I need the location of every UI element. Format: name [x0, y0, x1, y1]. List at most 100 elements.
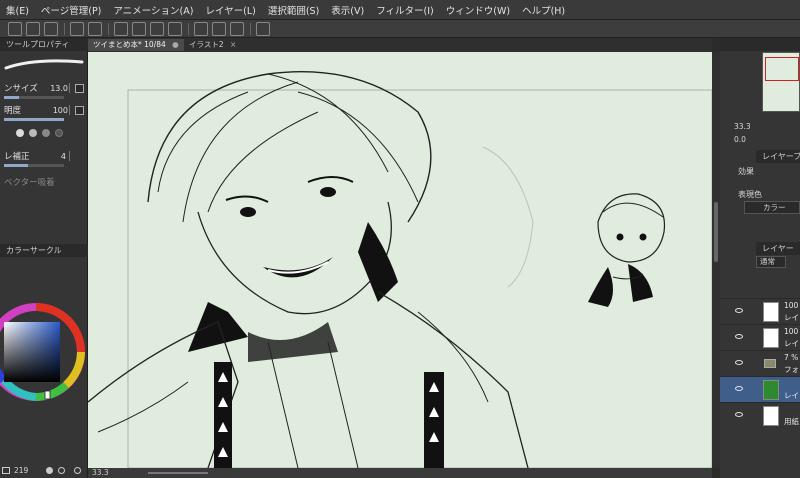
menu-filter[interactable]: フィルター(I) [370, 3, 440, 17]
screen-color-icon[interactable] [2, 467, 10, 474]
transparent-color-icon[interactable] [74, 467, 81, 474]
layer-property-tab[interactable]: レイヤープロパティ [756, 150, 800, 163]
clear-icon[interactable] [132, 22, 146, 36]
stabilization-spinner[interactable] [69, 151, 74, 161]
layer-row[interactable]: 100 レイ [720, 324, 800, 350]
scrollbar-thumb[interactable] [714, 202, 718, 262]
brush-tip-selector[interactable] [4, 126, 84, 140]
layer-folder-row[interactable]: 7 % フォ [720, 350, 800, 376]
layer-tab-label: レイヤー [762, 244, 794, 253]
close-tab-icon-2[interactable]: × [230, 40, 236, 49]
ruler-snap-icon[interactable] [194, 22, 208, 36]
document-tab-inactive[interactable]: イラスト2 × [184, 39, 241, 51]
transform-icon[interactable] [114, 22, 128, 36]
undo-icon[interactable] [70, 22, 84, 36]
visibility-eye-icon[interactable] [735, 412, 743, 417]
layer-name: フォ [784, 365, 799, 374]
color-circle-footer: 219 [2, 466, 88, 476]
navigator-zoom[interactable]: 33.3 [734, 122, 751, 131]
color-circle-wheel[interactable] [0, 300, 88, 408]
menu-window[interactable]: ウィンドウ(W) [440, 3, 516, 17]
visibility-eye-icon[interactable] [735, 308, 743, 313]
snap-icon[interactable] [168, 22, 182, 36]
stabilization-slider[interactable] [4, 164, 64, 167]
brush-size-spinner[interactable] [69, 83, 74, 93]
sub-color-icon[interactable] [58, 467, 65, 474]
open-file-icon[interactable] [26, 22, 40, 36]
grid-snap-icon[interactable] [230, 22, 244, 36]
effect-label: 効果 [738, 167, 754, 176]
help-icon[interactable] [256, 22, 270, 36]
opacity-slider[interactable] [4, 118, 64, 121]
canvas-status-bar: 33.3 [88, 468, 712, 478]
vector-snap-row[interactable]: ベクター吸着 [0, 174, 86, 190]
layer-row[interactable]: 100 レイ [720, 298, 800, 324]
blend-mode-dropdown[interactable]: 通常 [756, 256, 786, 268]
visibility-eye-icon[interactable] [735, 386, 743, 391]
layer-name: レイ [784, 339, 799, 348]
right-panel: 33.3 0.0 レイヤープロパティ 効果 表現色 カラー レイヤー 通常 10… [720, 38, 800, 478]
menu-edit[interactable]: 集(E) [0, 3, 35, 17]
stabilization-label: レ補正 [4, 152, 30, 162]
layer-opacity: 100 [784, 301, 799, 310]
layer-property-tab-label: レイヤープロパティ [762, 152, 800, 161]
opacity-value[interactable]: 100 [53, 106, 68, 115]
layer-opacity: 100 [784, 327, 799, 336]
stabilization-value[interactable]: 4 [61, 152, 66, 161]
visibility-eye-icon[interactable] [735, 334, 743, 339]
opacity-spinner[interactable] [69, 105, 74, 115]
layer-name: レイ [784, 391, 799, 400]
redo-icon[interactable] [88, 22, 102, 36]
brush-size-row[interactable]: ンサイズ 13.0 [0, 80, 86, 96]
color-circle-tab[interactable]: カラーサークル [0, 244, 88, 257]
brush-tip-airbrush-icon[interactable] [55, 129, 63, 137]
opacity-label: 明度 [4, 106, 22, 116]
navigator-preview[interactable] [762, 52, 800, 112]
navigator-angle[interactable]: 0.0 [734, 135, 746, 144]
menu-bar: 集(E) ページ管理(P) アニメーション(A) レイヤー(L) 選択範囲(S)… [0, 0, 800, 20]
menu-help[interactable]: ヘルプ(H) [516, 3, 571, 17]
zoom-slider[interactable] [148, 472, 208, 474]
save-icon[interactable] [44, 22, 58, 36]
paper-layer-row[interactable]: 用紙 [720, 402, 800, 428]
menu-selection[interactable]: 選択範囲(S) [262, 3, 325, 17]
menu-animation[interactable]: アニメーション(A) [107, 3, 199, 17]
brush-size-pressure-toggle[interactable] [75, 83, 84, 93]
hue-marker[interactable] [44, 390, 51, 400]
document-tab-bar: ツイまとめ本* 10/84 ● イラスト2 × [88, 38, 712, 52]
illustration-artwork [88, 71, 712, 468]
stabilization-row[interactable]: レ補正 4 [0, 148, 86, 164]
close-tab-icon[interactable]: ● [172, 40, 179, 49]
canvas-vertical-scrollbar[interactable] [712, 52, 720, 468]
tool-property-tab[interactable]: ツールプロパティ [0, 38, 88, 51]
menu-view[interactable]: 表示(V) [325, 3, 370, 17]
brush-tip-medium-icon[interactable] [29, 129, 37, 137]
fill-icon[interactable] [150, 22, 164, 36]
layer-tab[interactable]: レイヤー [756, 242, 800, 255]
opacity-toggle[interactable] [75, 105, 84, 115]
brush-tip-hard-icon[interactable] [16, 129, 24, 137]
color-value-readout: 219 [14, 466, 29, 475]
layer-opacity: 7 % [784, 353, 799, 362]
layer-name: レイ [784, 313, 799, 322]
document-tab-active[interactable]: ツイまとめ本* 10/84 ● [88, 39, 184, 51]
navigator-viewport-frame[interactable] [765, 57, 799, 81]
navigator-tab[interactable] [720, 38, 800, 51]
opacity-row[interactable]: 明度 100 [0, 102, 86, 118]
main-color-icon[interactable] [46, 467, 53, 474]
expression-color-dropdown[interactable]: カラー [744, 201, 800, 214]
brush-size-slider[interactable] [4, 96, 64, 99]
expression-color-label: 表現色 [738, 190, 762, 199]
vector-snap-label: ベクター吸着 [4, 178, 55, 188]
special-ruler-snap-icon[interactable] [212, 22, 226, 36]
drawing-canvas[interactable] [88, 52, 712, 468]
brush-tip-soft-icon[interactable] [42, 129, 50, 137]
brush-size-value[interactable]: 13.0 [50, 84, 68, 93]
visibility-eye-icon[interactable] [735, 360, 743, 365]
folder-icon [764, 359, 776, 368]
layer-row-selected[interactable]: レイ [720, 376, 800, 402]
menu-layer[interactable]: レイヤー(L) [199, 3, 261, 17]
zoom-level[interactable]: 33.3 [92, 468, 109, 478]
menu-page-management[interactable]: ページ管理(P) [35, 3, 107, 17]
new-file-icon[interactable] [8, 22, 22, 36]
